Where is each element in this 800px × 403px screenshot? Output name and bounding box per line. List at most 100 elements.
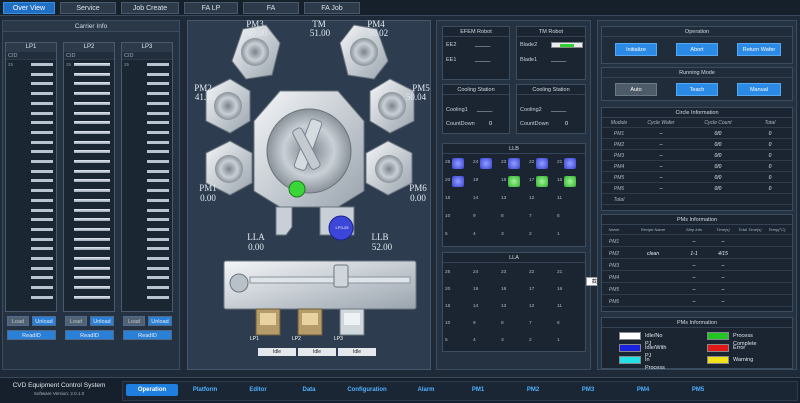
pm6-value: 0.00 bbox=[410, 193, 426, 203]
readid-button[interactable]: ReadID bbox=[123, 330, 172, 340]
wafer-slot bbox=[8, 120, 56, 125]
slot-cell: 7 bbox=[529, 211, 557, 229]
initialize-button[interactable]: Initialize bbox=[615, 43, 657, 56]
lp-label-3: LP3 bbox=[334, 336, 343, 342]
efem-robot-title: EFEM Robot bbox=[443, 27, 509, 37]
slot-number: 2 bbox=[529, 232, 532, 237]
wafer-slot bbox=[66, 159, 114, 164]
slot-number: 6 bbox=[557, 321, 560, 326]
tab-fa[interactable]: FA bbox=[243, 2, 299, 14]
nav-tab-pm1[interactable]: PM1 bbox=[459, 384, 497, 396]
manual-mode-button[interactable]: Manual bbox=[737, 83, 781, 96]
slot-number: 2 bbox=[529, 338, 532, 343]
slot-number: 22 bbox=[529, 270, 535, 275]
ee1-label: EE1 bbox=[446, 57, 457, 63]
auto-mode-button[interactable]: Auto bbox=[615, 83, 657, 96]
readid-button[interactable]: ReadID bbox=[65, 330, 114, 340]
table-cell: Total bbox=[764, 120, 776, 126]
slot-cell: 2 bbox=[529, 229, 557, 247]
return-wafer-button[interactable]: Return Wafer bbox=[737, 43, 781, 56]
slot-number: 4 bbox=[473, 338, 476, 343]
tab-fa-lp[interactable]: FA LP bbox=[184, 2, 238, 14]
slot-cell: 8 bbox=[501, 318, 529, 335]
lp3-port bbox=[339, 308, 365, 336]
circle-info-box: Circle Information Module Cycle Wafer Cycl… bbox=[601, 107, 793, 211]
pm2-value: 41.06 bbox=[194, 92, 216, 102]
table-row: PM3 -- -- bbox=[602, 261, 792, 271]
table-cell: Step Info bbox=[685, 227, 702, 232]
nav-tab-editor[interactable]: Editor bbox=[236, 384, 280, 396]
lp-name: LP2 bbox=[64, 43, 114, 52]
slot-cell: 24 bbox=[473, 157, 501, 175]
carrier-column-0: LP1 CID 25 bbox=[5, 42, 57, 312]
llb-label: LLB bbox=[371, 232, 389, 242]
slot-number: 11 bbox=[557, 304, 562, 309]
table-cell: -- bbox=[692, 239, 696, 245]
tab-job-create[interactable]: Job Create bbox=[121, 2, 179, 14]
nav-tab-pm3[interactable]: PM3 bbox=[569, 384, 607, 396]
slot-cell: 18 bbox=[501, 175, 529, 193]
nav-tab-configuration[interactable]: Configuration bbox=[336, 384, 398, 396]
wafer-slot: 25 bbox=[66, 62, 114, 67]
nav-tab-operation[interactable]: Operation bbox=[126, 384, 178, 396]
readid-button[interactable]: ReadID bbox=[7, 330, 56, 340]
load-button[interactable]: Load bbox=[7, 316, 29, 326]
nav-tab-pm2[interactable]: PM2 bbox=[514, 384, 552, 396]
wafer-slot bbox=[66, 275, 114, 280]
wafer-slot bbox=[124, 188, 172, 193]
table-cell: PM3 bbox=[608, 263, 620, 269]
table-cell: 0 bbox=[768, 131, 772, 137]
wafer-green bbox=[536, 176, 548, 187]
wafer-slot bbox=[124, 91, 172, 96]
nav-tab-data[interactable]: Data bbox=[290, 384, 328, 396]
wafer-slot bbox=[124, 101, 172, 106]
slot-cell: 5 bbox=[445, 335, 473, 352]
table-cell: 0 bbox=[768, 153, 772, 159]
abort-button[interactable]: Abort bbox=[676, 43, 718, 56]
wafer-slot bbox=[8, 111, 56, 116]
wafer-blue bbox=[452, 158, 464, 169]
wafer-slot bbox=[66, 120, 114, 125]
wafer-blue bbox=[452, 176, 464, 187]
nav-tab-pm5[interactable]: PM5 bbox=[679, 384, 717, 396]
ee2-label: EE2 bbox=[446, 42, 457, 48]
nav-tab-pm4[interactable]: PM4 bbox=[624, 384, 662, 396]
table-cell: 1-1 bbox=[690, 251, 698, 257]
tab-fa-job[interactable]: FA Job bbox=[304, 2, 360, 14]
blade1-label: Blade1 bbox=[520, 57, 538, 63]
table-cell: Temp(°C) bbox=[768, 227, 786, 232]
wafer-slot bbox=[8, 149, 56, 154]
wafer-slot bbox=[124, 266, 172, 271]
slot-cell: 17 bbox=[529, 284, 557, 301]
operation-title: Operation bbox=[602, 27, 792, 37]
slot-cell: 7 bbox=[529, 318, 557, 335]
tab-service[interactable]: Service bbox=[60, 2, 116, 14]
nav-tab-alarm[interactable]: Alarm bbox=[404, 384, 448, 396]
table-cell: 0 bbox=[768, 175, 772, 181]
wafer-slot bbox=[66, 140, 114, 145]
slot-cell: 25 bbox=[445, 267, 473, 284]
table-cell: -- bbox=[721, 239, 725, 245]
cid-field[interactable]: CID bbox=[6, 52, 56, 60]
unload-button[interactable]: Unload bbox=[90, 316, 114, 326]
cooling2-label: Cooling2 bbox=[520, 107, 542, 113]
cid-field[interactable]: CID bbox=[122, 52, 172, 60]
slot-cell: 20 bbox=[445, 284, 473, 301]
load-button[interactable]: Load bbox=[65, 316, 87, 326]
pms-legend-title: PMs Information bbox=[602, 318, 792, 328]
cooling-station-2-box: Cooling Station Cooling2 _____ CountDown… bbox=[516, 84, 586, 134]
slot-cell: 3 bbox=[501, 335, 529, 352]
unload-button[interactable]: Unload bbox=[148, 316, 172, 326]
app-title: CVD Equipment Control System bbox=[12, 382, 106, 389]
table-cell: PM2 bbox=[608, 251, 620, 257]
unload-button[interactable]: Unload bbox=[32, 316, 56, 326]
nav-tab-platform[interactable]: Platform bbox=[183, 384, 227, 396]
blade2-label: Blade2 bbox=[520, 42, 538, 48]
tab-over-view[interactable]: Over View bbox=[3, 2, 55, 14]
load-button[interactable]: Load bbox=[123, 316, 145, 326]
slot-number: 14 bbox=[473, 196, 479, 201]
cid-field[interactable]: CID bbox=[64, 52, 114, 60]
slot-number: 19 bbox=[473, 178, 479, 183]
teach-mode-button[interactable]: Teach bbox=[676, 83, 718, 96]
wafer-slot bbox=[66, 256, 114, 261]
